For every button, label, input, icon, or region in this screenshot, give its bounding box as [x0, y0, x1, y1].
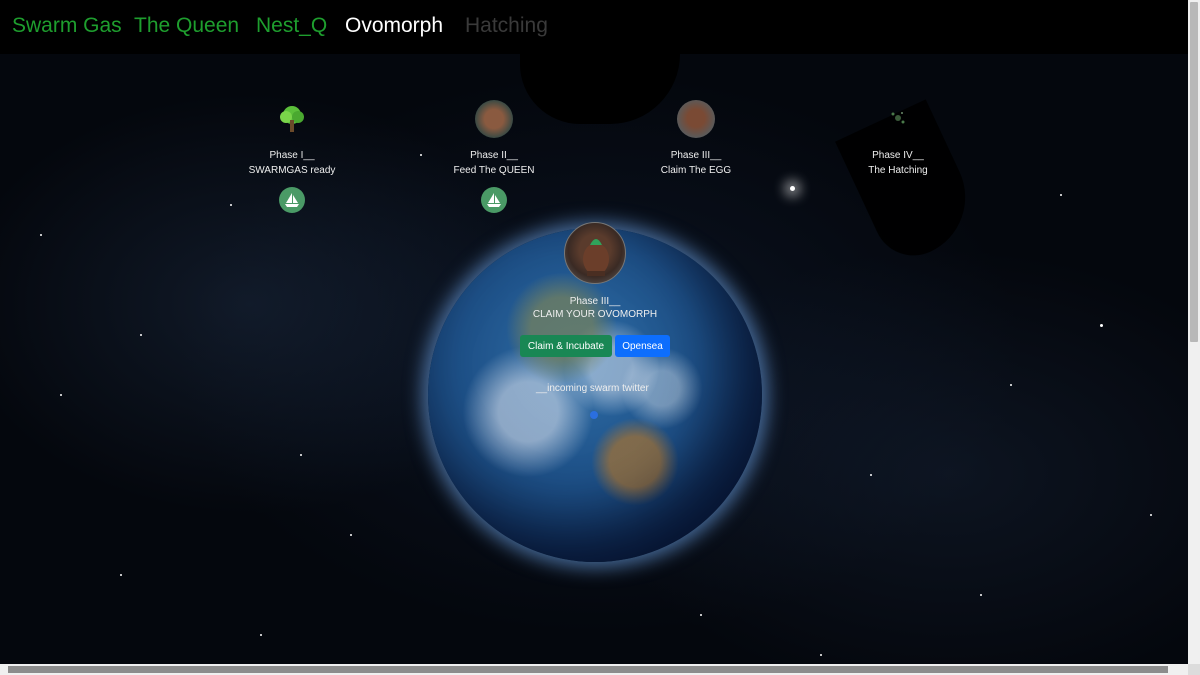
nav-swarm-gas[interactable]: Swarm Gas — [12, 14, 122, 38]
phase-4-subtitle: The Hatching — [868, 165, 928, 176]
vertical-scrollbar[interactable] — [1188, 0, 1200, 664]
phase-4: Phase IV__ The Hatching — [818, 100, 978, 179]
egg-avatar-icon — [677, 100, 715, 138]
sailboat-icon — [285, 193, 299, 207]
claim-incubate-button[interactable]: Claim & Incubate — [520, 335, 612, 357]
opensea-button[interactable]: Opensea — [615, 335, 670, 357]
nav-hatching[interactable]: Hatching — [465, 14, 548, 38]
center-phase-title: Phase III__ — [569, 296, 621, 307]
tree-icon — [273, 100, 311, 138]
sailboat-icon — [487, 193, 501, 207]
loading-dot — [590, 411, 598, 419]
phase-3: Phase III__ Claim The EGG — [616, 100, 776, 179]
nav-the-queen[interactable]: The Queen — [134, 14, 239, 38]
space-background — [0, 54, 1188, 664]
ovomorph-avatar — [564, 222, 626, 284]
center-phase-subtitle: CLAIM YOUR OVOMORPH — [532, 309, 658, 320]
horizontal-scroll-thumb[interactable] — [8, 666, 1168, 673]
phase-1: Phase I__ SWARMGAS ready — [212, 100, 372, 213]
nav-nest-q[interactable]: Nest_Q — [256, 14, 327, 38]
opensea-sail-button[interactable] — [481, 187, 507, 213]
opensea-sail-button[interactable] — [279, 187, 305, 213]
horizontal-scrollbar[interactable] — [0, 664, 1200, 675]
claim-panel: Phase III__ CLAIM YOUR OVOMORPH — [495, 222, 695, 320]
vertical-scroll-thumb[interactable] — [1190, 2, 1198, 342]
queen-avatar-icon — [475, 100, 513, 138]
phase-3-subtitle: Claim The EGG — [660, 165, 732, 176]
hatching-icon — [879, 100, 917, 138]
scrollbar-corner — [1188, 664, 1200, 675]
phase-2-subtitle: Feed The QUEEN — [453, 165, 535, 176]
phase-3-title: Phase III__ — [670, 150, 722, 161]
phase-4-title: Phase IV__ — [872, 150, 924, 161]
twitter-placeholder-text: __incoming swarm twitter — [536, 383, 649, 394]
top-nav: Swarm Gas The Queen Nest_Q Ovomorph Hatc… — [0, 0, 1188, 54]
phase-1-title: Phase I__ — [269, 150, 315, 161]
nav-ovomorph[interactable]: Ovomorph — [345, 14, 443, 38]
phase-2-title: Phase II__ — [470, 150, 518, 161]
phase-1-subtitle: SWARMGAS ready — [248, 165, 336, 176]
phase-2: Phase II__ Feed The QUEEN — [414, 100, 574, 213]
